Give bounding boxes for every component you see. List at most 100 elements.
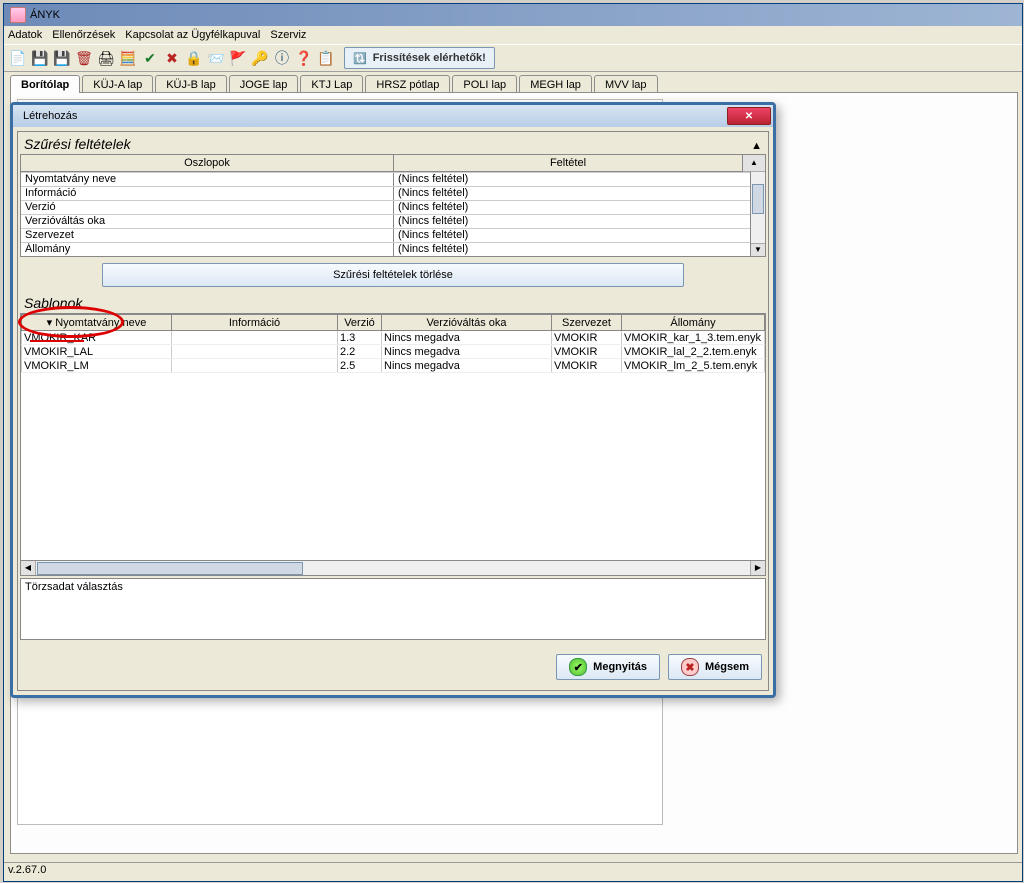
clear-filters-button[interactable]: Szűrési feltételek törlése: [102, 263, 684, 287]
filter-cell-col: Információ: [21, 187, 394, 200]
collapse-icon[interactable]: ▲: [751, 140, 762, 152]
cancel-icon: ✖: [681, 658, 699, 676]
tabbar: Borítólap KÜJ-A lap KÜJ-B lap JOGE lap K…: [4, 72, 1022, 92]
tab-poli[interactable]: POLI lap: [452, 75, 517, 93]
open-button-label: Megnyitás: [593, 661, 647, 673]
filter-header-columns: Oszlopok: [21, 155, 394, 171]
app-title: ÁNYK: [30, 9, 60, 21]
menu-ellenorzesek[interactable]: Ellenőrzések: [52, 29, 115, 41]
table-cell: VMOKIR_lal_2_2.tem.enyk: [622, 345, 765, 359]
tab-ktj[interactable]: KTJ Lap: [300, 75, 363, 93]
scroll-left-icon[interactable]: ◀: [21, 561, 36, 575]
tab-hrsz[interactable]: HRSZ pótlap: [365, 75, 450, 93]
tab-kuj-a[interactable]: KÜJ-A lap: [82, 75, 153, 93]
filter-row[interactable]: Verzióváltás oka(Nincs feltétel): [21, 214, 750, 228]
templates-header[interactable]: Verzióváltás oka: [382, 315, 552, 331]
templates-body: VMOKIR_KAR1.3Nincs megadvaVMOKIRVMOKIR_k…: [22, 331, 765, 373]
table-cell: VMOKIR: [552, 359, 622, 373]
filter-rows: Nyomtatvány neve(Nincs feltétel)Informác…: [21, 172, 750, 256]
filter-row[interactable]: Szervezet(Nincs feltétel): [21, 228, 750, 242]
send-icon[interactable]: 📨: [206, 48, 226, 68]
menu-adatok[interactable]: Adatok: [8, 29, 42, 41]
filter-cell-col: Állomány: [21, 243, 394, 256]
table-row[interactable]: VMOKIR_LM2.5Nincs megadvaVMOKIRVMOKIR_lm…: [22, 359, 765, 373]
tab-joge[interactable]: JOGE lap: [229, 75, 299, 93]
help-icon[interactable]: ❓: [294, 48, 314, 68]
save-icon[interactable]: 💾: [30, 48, 50, 68]
dialog-close-button[interactable]: ✕: [727, 107, 771, 125]
filter-row[interactable]: Állomány(Nincs feltétel): [21, 242, 750, 256]
filter-section-title: Szűrési feltételek: [20, 134, 766, 154]
templates-hscrollbar[interactable]: ◀ ▶: [20, 561, 766, 576]
java-icon: [10, 7, 26, 23]
dialog-title: Létrehozás: [23, 110, 77, 122]
menu-szerviz[interactable]: Szerviz: [270, 29, 306, 41]
templates-table[interactable]: ▾ Nyomtatvány neveInformációVerzióVerzió…: [20, 313, 766, 561]
table-cell: 2.5: [338, 359, 382, 373]
lock-icon[interactable]: 🔒: [184, 48, 204, 68]
table-cell: VMOKIR: [552, 331, 622, 345]
templates-header-row: ▾ Nyomtatvány neveInformációVerzióVerzió…: [22, 315, 765, 331]
filter-cell-col: Szervezet: [21, 229, 394, 242]
templates-header[interactable]: Szervezet: [552, 315, 622, 331]
updates-banner[interactable]: 🔃 Frissítések elérhetők!: [344, 47, 495, 69]
hscroll-thumb[interactable]: [37, 562, 303, 575]
print-icon[interactable]: 🖨: [96, 48, 116, 68]
main-titlebar[interactable]: ÁNYK: [4, 4, 1022, 26]
torzsadat-panel: Törzsadat választás: [20, 578, 766, 640]
table-cell: 1.3: [338, 331, 382, 345]
filter-cell-col: Nyomtatvány neve: [21, 173, 394, 186]
table-cell: VMOKIR: [552, 345, 622, 359]
filter-cell-cond: (Nincs feltétel): [394, 229, 750, 242]
table-cell: [172, 345, 338, 359]
check-icon[interactable]: ✔: [140, 48, 160, 68]
table-cell: VMOKIR_lm_2_5.tem.enyk: [622, 359, 765, 373]
tab-kuj-b[interactable]: KÜJ-B lap: [155, 75, 227, 93]
filter-row[interactable]: Információ(Nincs feltétel): [21, 186, 750, 200]
filter-row[interactable]: Verzió(Nincs feltétel): [21, 200, 750, 214]
scroll-down-icon[interactable]: ▼: [751, 243, 765, 256]
info-icon[interactable]: ⓘ: [272, 48, 292, 68]
menu-kapcsolat[interactable]: Kapcsolat az Ügyfélkapuval: [125, 29, 260, 41]
save-as-icon[interactable]: 💾: [52, 48, 72, 68]
scroll-up-icon[interactable]: ▲: [743, 155, 765, 172]
table-row[interactable]: VMOKIR_KAR1.3Nincs megadvaVMOKIRVMOKIR_k…: [22, 331, 765, 345]
templates-header[interactable]: Információ: [172, 315, 338, 331]
open-button[interactable]: ✔ Megnyitás: [556, 654, 660, 680]
flag-icon[interactable]: 🚩: [228, 48, 248, 68]
close-doc-icon[interactable]: ✖: [162, 48, 182, 68]
delete-icon[interactable]: 🗑: [74, 48, 94, 68]
new-icon[interactable]: 📄: [8, 48, 28, 68]
version-label: v.2.67.0: [8, 864, 46, 876]
templates-header[interactable]: ▾ Nyomtatvány neve: [22, 315, 172, 331]
table-cell: Nincs megadva: [382, 331, 552, 345]
filter-table: Oszlopok Feltétel ▲ Nyomtatvány neve(Nin…: [20, 154, 766, 257]
menubar: Adatok Ellenőrzések Kapcsolat az Ügyfélk…: [4, 26, 1022, 44]
table-cell: Nincs megadva: [382, 345, 552, 359]
filter-scrollbar[interactable]: ▼: [750, 172, 765, 256]
templates-header[interactable]: Állomány: [622, 315, 765, 331]
dialog-titlebar[interactable]: Létrehozás ✕: [13, 105, 773, 127]
table-row[interactable]: VMOKIR_LAL2.2Nincs megadvaVMOKIRVMOKIR_l…: [22, 345, 765, 359]
filter-cell-cond: (Nincs feltétel): [394, 215, 750, 228]
filter-cell-cond: (Nincs feltétel): [394, 187, 750, 200]
tab-boritolap[interactable]: Borítólap: [10, 75, 80, 93]
scrollbar-thumb[interactable]: [752, 184, 764, 214]
filter-row[interactable]: Nyomtatvány neve(Nincs feltétel): [21, 172, 750, 186]
tab-megh[interactable]: MEGH lap: [519, 75, 592, 93]
cancel-button[interactable]: ✖ Mégsem: [668, 654, 762, 680]
notes-icon[interactable]: 📋: [316, 48, 336, 68]
table-cell: [172, 331, 338, 345]
create-dialog: Létrehozás ✕ Szűrési feltételek ▲ Oszlop…: [10, 102, 776, 698]
filter-cell-col: Verzióváltás oka: [21, 215, 394, 228]
scroll-right-icon[interactable]: ▶: [750, 561, 765, 575]
templates-header[interactable]: Verzió: [338, 315, 382, 331]
open-icon: ✔: [569, 658, 587, 676]
updates-label: Frissítések elérhetők!: [373, 52, 486, 64]
key-icon[interactable]: 🔑: [250, 48, 270, 68]
calc-icon[interactable]: 🧮: [118, 48, 138, 68]
tab-mvv[interactable]: MVV lap: [594, 75, 658, 93]
torzsadat-label: Törzsadat választás: [21, 579, 765, 595]
filter-cell-cond: (Nincs feltétel): [394, 201, 750, 214]
filter-header: Oszlopok Feltétel ▲: [21, 155, 765, 172]
